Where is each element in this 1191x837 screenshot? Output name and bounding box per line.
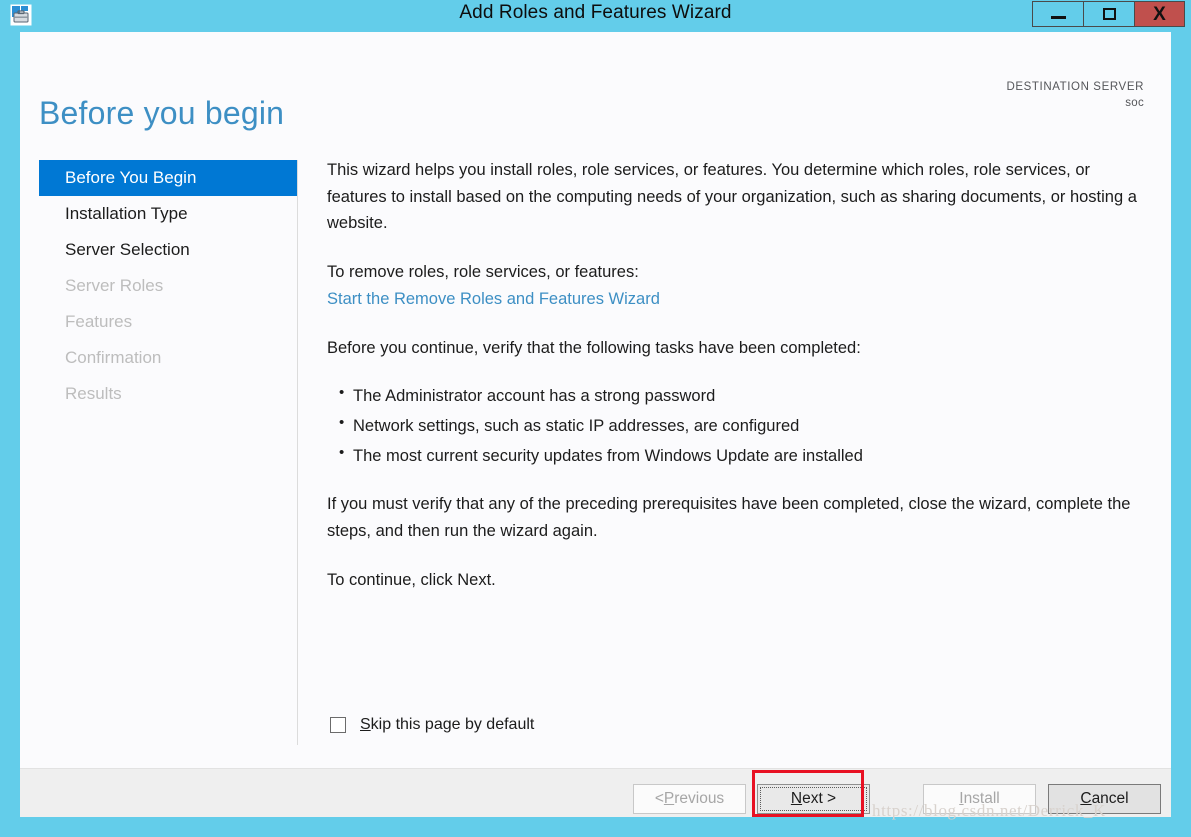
continue-paragraph: To continue, click Next. (327, 570, 496, 589)
prerequisite-task-list: The Administrator account has a strong p… (327, 381, 1147, 470)
sidebar-item-server-roles: Server Roles (65, 276, 164, 295)
maximize-button[interactable] (1083, 1, 1134, 27)
sidebar-item-results: Results (65, 384, 122, 403)
destination-server-value: soc (1125, 96, 1144, 109)
list-item: The Administrator account has a strong p… (339, 381, 1147, 410)
wizard-footer: < Previous Next > Install Cancel (20, 768, 1171, 817)
window-title: Add Roles and Features Wizard (459, 2, 732, 23)
next-button[interactable]: Next > (757, 784, 870, 814)
window-controls: X (1032, 1, 1185, 27)
sidebar-item-installation-type[interactable]: Installation Type (39, 196, 297, 232)
verify-intro-text: Before you continue, verify that the fol… (327, 338, 861, 357)
cancel-button-accel: C (1080, 790, 1092, 807)
title-bar: Add Roles and Features Wizard X (0, 0, 1191, 28)
remove-intro-text: To remove roles, role services, or featu… (327, 263, 639, 282)
sidebar-item-confirmation: Confirmation (65, 348, 162, 367)
install-button: Install (923, 784, 1036, 814)
sidebar-item-before-you-begin[interactable]: Before You Begin (39, 160, 297, 196)
wizard-client-area: Before you begin DESTINATION SERVER soc … (20, 32, 1171, 817)
minimize-icon (1050, 15, 1066, 19)
sidebar-item-features: Features (65, 312, 133, 331)
skip-label-rest: kip this page by default (370, 716, 535, 733)
skip-this-page-checkbox[interactable] (330, 717, 346, 733)
list-item: Network settings, such as static IP addr… (339, 411, 1147, 440)
nav-content-divider (297, 160, 298, 745)
destination-server-label: DESTINATION SERVER (1006, 81, 1144, 93)
close-button[interactable]: X (1134, 1, 1185, 27)
previous-button-accel: P (663, 790, 675, 807)
previous-button: < Previous (633, 784, 746, 814)
maximize-icon (1102, 8, 1116, 20)
list-item: The most current security updates from W… (339, 441, 1147, 470)
page-title: Before you begin (39, 95, 285, 132)
sidebar-item-server-selection[interactable]: Server Selection (39, 232, 297, 268)
wizard-step-nav: Before You Begin Installation Type Serve… (39, 160, 297, 412)
remove-roles-wizard-link[interactable]: Start the Remove Roles and Features Wiza… (327, 290, 660, 308)
destination-server-block: DESTINATION SERVER soc (1006, 80, 1144, 111)
skip-accel-letter: S (360, 716, 371, 733)
wizard-content: This wizard helps you install roles, rol… (327, 157, 1147, 616)
skip-page-row[interactable]: Skip this page by default (330, 716, 534, 734)
next-button-label: Next > (790, 790, 837, 807)
wizard-window: Add Roles and Features Wizard X Before y… (0, 0, 1191, 837)
close-icon: X (1153, 3, 1166, 25)
prerequisite-paragraph: If you must verify that any of the prece… (327, 495, 1131, 541)
minimize-button[interactable] (1032, 1, 1083, 27)
install-button-accel: I (959, 790, 964, 807)
intro-paragraph: This wizard helps you install roles, rol… (327, 161, 1137, 233)
skip-this-page-label: Skip this page by default (360, 716, 534, 734)
next-button-label-accel: N (790, 790, 803, 807)
cancel-button[interactable]: Cancel (1048, 784, 1161, 814)
